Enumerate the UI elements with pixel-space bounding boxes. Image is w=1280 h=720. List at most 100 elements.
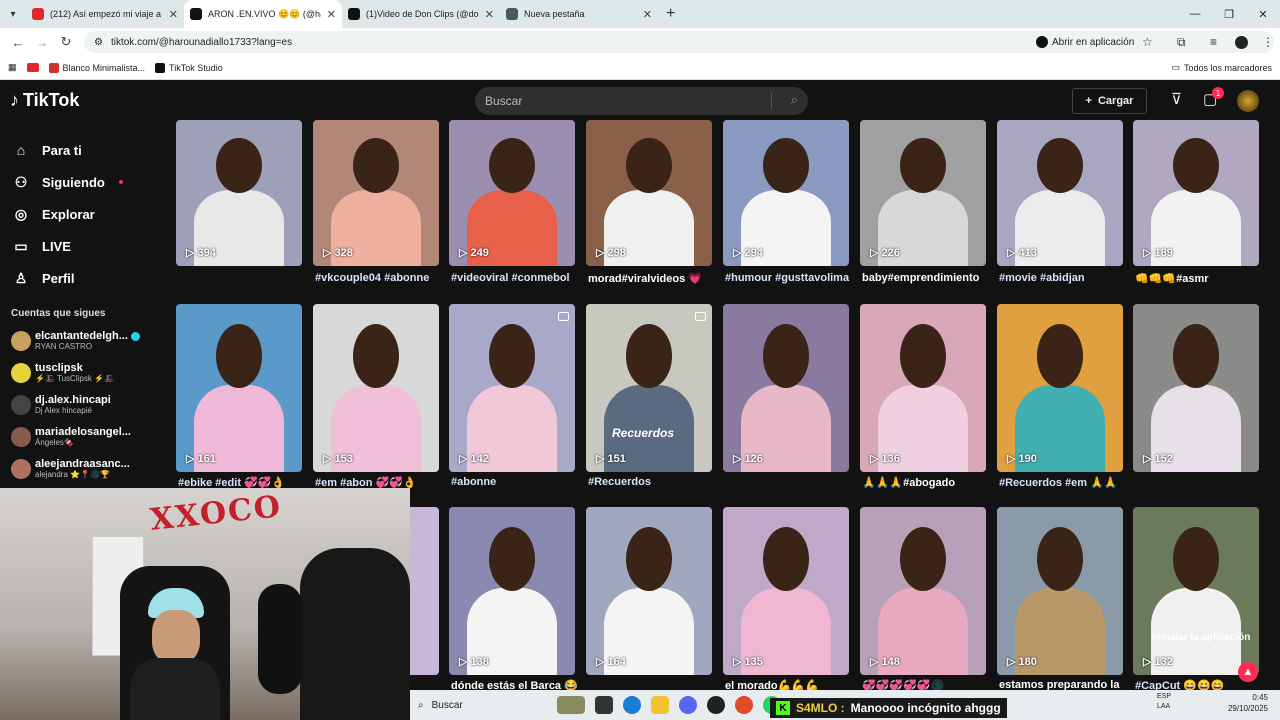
search-bar[interactable]: Buscar ⌕	[475, 87, 808, 115]
video-thumbnail[interactable]: ▷ 190	[997, 304, 1123, 472]
followed-account[interactable]: aleejandraasanc... alejandra ⭐️📍🌑🏆	[0, 453, 170, 485]
sidebar-item-label: Para ti	[42, 142, 82, 158]
video-thumbnail[interactable]: ▷ 226	[860, 120, 986, 266]
followed-account[interactable]: dj.alex.hincapi Dj Alex hincapié	[0, 389, 170, 421]
video-thumbnail[interactable]: ▷ 138	[449, 507, 575, 675]
video-caption[interactable]: morad#viralvideos 💗	[588, 272, 718, 285]
tab-close-icon[interactable]: ✕	[643, 8, 652, 21]
system-clock[interactable]: 0:45 29/10/2025	[1228, 692, 1268, 714]
language-indicator[interactable]: ESP LAA	[1157, 692, 1171, 712]
taskbar-search[interactable]: ⌕ Buscar	[414, 694, 552, 716]
new-tab-button[interactable]: +	[658, 5, 683, 23]
sidebar-item-profile[interactable]: ♙ Perfil	[0, 262, 170, 294]
filter-icon[interactable]: ⊽	[1171, 90, 1182, 108]
followed-account[interactable]: mariadelosangel... Ángeles🍫	[0, 421, 170, 453]
video-caption[interactable]: #Recuerdos	[588, 476, 718, 488]
video-thumbnail[interactable]: ▷ 328	[313, 120, 439, 266]
tiktok-logo[interactable]: ♪ TikTok	[10, 90, 79, 111]
sidebar-item-home[interactable]: ⌂ Para ti	[0, 134, 170, 166]
video-caption[interactable]: #humour #gusttavolima	[725, 272, 855, 284]
youtube-bookmark-icon[interactable]	[26, 63, 39, 72]
view-count: ▷ 226	[870, 247, 900, 259]
compass-icon: ◎	[14, 205, 28, 222]
edge-icon[interactable]	[623, 696, 641, 714]
github-icon[interactable]	[707, 696, 725, 714]
video-thumbnail[interactable]: ▷ 135	[723, 507, 849, 675]
bookmark-blanco[interactable]: Blanco Minimalista...	[48, 62, 145, 73]
video-caption[interactable]: baby#emprendimiento	[862, 272, 992, 284]
task-view-icon[interactable]	[595, 696, 613, 714]
tab-close-icon[interactable]: ✕	[327, 8, 336, 21]
menu-icon[interactable]: ⋮	[1262, 35, 1274, 49]
tab-close-icon[interactable]: ✕	[169, 8, 178, 21]
video-thumbnail[interactable]: ▷ 148	[860, 507, 986, 675]
video-caption[interactable]: #movie #abidjan	[999, 272, 1129, 284]
scroll-top-button[interactable]: ▲	[1238, 662, 1258, 682]
followed-account[interactable]: tusclipsk ⚡🎩 TusClipsk ⚡🎩	[0, 357, 170, 389]
followed-account[interactable]: elcantantedelgh... RYAN CASTRO	[0, 325, 170, 357]
apps-grid-icon[interactable]: ▦	[8, 62, 17, 73]
discord-icon[interactable]	[679, 696, 697, 714]
account-avatar	[11, 395, 31, 415]
video-caption[interactable]: #abonne	[451, 476, 581, 488]
user-avatar[interactable]	[1237, 90, 1259, 112]
video-thumbnail[interactable]: ▷ 132	[1133, 507, 1259, 675]
video-thumbnail[interactable]: ▷ 151 Recuerdos	[586, 304, 712, 472]
video-caption[interactable]: #vkcouple04 #abonne	[315, 272, 445, 284]
browser-tab[interactable]: (212) Así empezó mi viaje a las ✕	[26, 0, 184, 28]
video-caption[interactable]: #Recuerdos #em 🙏🙏	[999, 476, 1129, 489]
search-input[interactable]: Buscar	[485, 94, 522, 108]
video-thumbnail[interactable]: ▷ 413	[997, 120, 1123, 266]
video-thumbnail[interactable]: ▷ 164	[586, 507, 712, 675]
sidebar-item-label: Perfil	[42, 270, 75, 286]
video-thumbnail[interactable]: ▷ 142	[449, 304, 575, 472]
chrome-icon[interactable]	[735, 696, 753, 714]
site-info-icon[interactable]: ⚙	[94, 37, 103, 48]
video-thumbnail[interactable]: ▷ 161	[176, 304, 302, 472]
browser-tab[interactable]: ARON .EN.VIVO 😊😊 (@harou ✕	[184, 0, 342, 28]
bookmark-tiktok-studio[interactable]: TikTok Studio	[155, 62, 223, 73]
sidebar-item-live[interactable]: ▭ LIVE	[0, 230, 170, 262]
video-caption[interactable]: 👊👊👊#asmr	[1135, 272, 1265, 285]
video-thumbnail[interactable]: ▷ 294	[723, 120, 849, 266]
window-controls: — ❐ ✕	[1178, 0, 1280, 28]
file-explorer-icon[interactable]	[651, 696, 669, 714]
video-thumbnail[interactable]: ▷ 180	[997, 507, 1123, 675]
new-indicator	[118, 180, 123, 184]
video-thumbnail[interactable]: ▷ 126	[723, 304, 849, 472]
bookmark-star-icon[interactable]: ☆	[1142, 35, 1153, 49]
tiktok-icon	[155, 62, 166, 73]
reload-button[interactable]: ↻	[54, 34, 78, 50]
back-button[interactable]: ←	[6, 35, 30, 50]
forward-button[interactable]: →	[30, 35, 54, 50]
extensions-icon[interactable]: ⧉	[1177, 35, 1186, 50]
video-thumbnail[interactable]: ▷ 298	[586, 120, 712, 266]
maximize-button[interactable]: ❐	[1212, 0, 1246, 28]
video-caption[interactable]: 🙏🙏🙏#abogado	[862, 476, 992, 489]
clock-time: 0:45	[1252, 693, 1268, 702]
video-caption[interactable]: #videoviral #conmebol	[451, 272, 581, 284]
browser-tab[interactable]: Nueva pestaña ✕	[500, 0, 658, 28]
open-in-app-button[interactable]: Abrir en aplicación	[1036, 36, 1134, 48]
video-thumbnail[interactable]: ▷ 394	[176, 120, 302, 266]
widget-icon[interactable]	[557, 696, 585, 714]
search-icon[interactable]: ⌕	[791, 92, 798, 108]
all-bookmarks-button[interactable]: ▭ Todos los marcadores	[1171, 62, 1272, 73]
tab-close-icon[interactable]: ✕	[485, 8, 494, 21]
close-window-button[interactable]: ✕	[1246, 0, 1280, 28]
video-thumbnail[interactable]: ▷ 153	[313, 304, 439, 472]
media-icon[interactable]: ≡	[1210, 35, 1217, 49]
install-app-label[interactable]: Instalar la aplicación	[1152, 632, 1250, 643]
logo-text: TikTok	[23, 90, 80, 110]
sidebar-item-following[interactable]: ⚇ Siguiendo	[0, 166, 170, 198]
sidebar-item-compass[interactable]: ◎ Explorar	[0, 198, 170, 230]
video-thumbnail[interactable]: ▷ 136	[860, 304, 986, 472]
minimize-button[interactable]: —	[1178, 0, 1212, 28]
profile-avatar-icon[interactable]	[1235, 35, 1248, 49]
upload-button[interactable]: + Cargar	[1072, 88, 1147, 114]
tab-search-button[interactable]: ▾	[0, 0, 26, 28]
video-thumbnail[interactable]: ▷ 249	[449, 120, 575, 266]
video-thumbnail[interactable]: ▷ 189	[1133, 120, 1259, 266]
browser-tab[interactable]: (1)Video de Don Clips (@donci ✕	[342, 0, 500, 28]
video-thumbnail[interactable]: ▷ 152	[1133, 304, 1259, 472]
